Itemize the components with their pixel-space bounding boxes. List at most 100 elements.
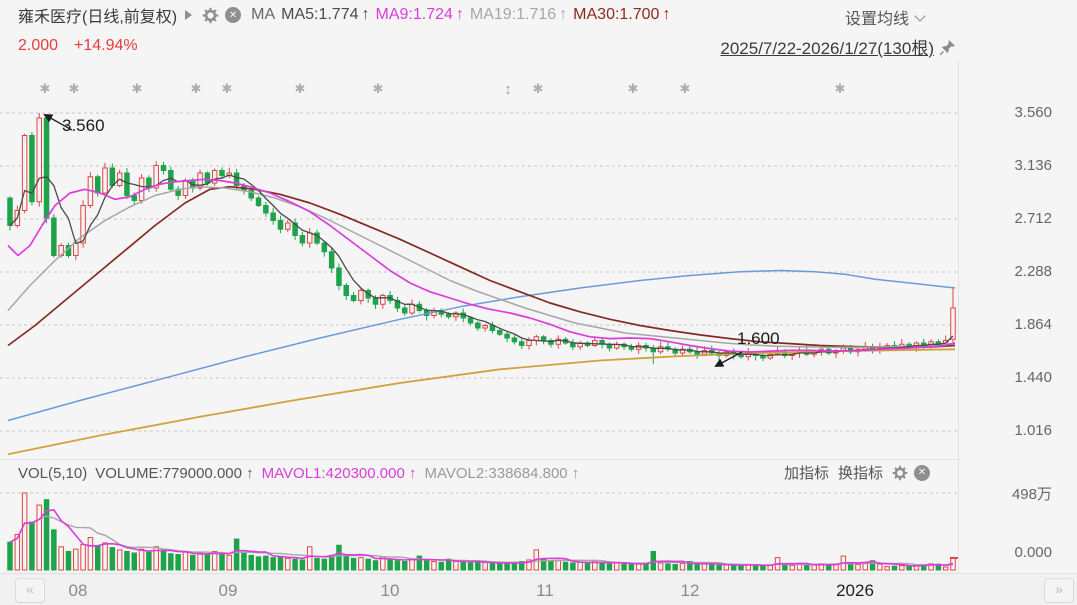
time-tick-label: 10 xyxy=(380,581,400,600)
volume-bar xyxy=(102,542,108,571)
volume-bar xyxy=(51,529,57,571)
volume-bar xyxy=(672,564,678,571)
volume-bar xyxy=(497,563,503,571)
candle-body xyxy=(204,172,211,184)
date-range-button[interactable]: 2025/7/22-2026/1/27(130根) xyxy=(720,34,956,59)
price-change-percent: +14.94% xyxy=(74,37,138,54)
candle-body xyxy=(380,295,386,305)
volume-bars-group xyxy=(7,492,956,571)
volume-bar xyxy=(906,565,912,571)
volume-bar xyxy=(299,559,306,571)
volume-chart-canvas[interactable] xyxy=(0,486,958,573)
time-tick-label: 09 xyxy=(218,581,238,600)
event-asterisk-icon[interactable]: ✱ xyxy=(373,81,384,96)
support-price-annotation: 1.600 xyxy=(737,329,780,348)
volume-bar xyxy=(453,560,459,571)
candle-body xyxy=(950,307,956,340)
volume-bar xyxy=(182,551,189,571)
axis-separator xyxy=(958,60,959,573)
event-asterisk-icon[interactable]: ✱ xyxy=(222,81,233,96)
time-axis: « 08 09 10 11 12 2026 » xyxy=(0,573,1077,605)
volume-bar xyxy=(219,553,225,571)
candle-body xyxy=(321,242,328,253)
event-asterisk-icon[interactable]: ✱ xyxy=(680,81,691,96)
volume-bar xyxy=(241,552,247,571)
volume-bar xyxy=(716,564,722,571)
volume-bar xyxy=(679,563,686,571)
event-asterisk-icon[interactable]: ✱ xyxy=(132,81,143,96)
volume-bar xyxy=(131,552,138,571)
volume-bar xyxy=(138,548,145,571)
volume-bar xyxy=(306,546,313,571)
volume-bar xyxy=(475,560,481,571)
candle-body xyxy=(336,267,342,286)
updown-marker-icon[interactable]: ↕ xyxy=(504,81,512,98)
price-tick-label: 3.560 xyxy=(1014,104,1052,121)
volume-bar xyxy=(292,558,298,571)
candle-body xyxy=(445,313,452,318)
gear-icon xyxy=(892,465,908,480)
volume-legend-item: VOLUME:779000.000 ↑ xyxy=(95,465,254,482)
price-tick-label: 2.288 xyxy=(1014,263,1052,280)
volume-bar xyxy=(255,556,262,571)
volume-bar xyxy=(584,563,591,571)
event-asterisk-icon[interactable]: ✱ xyxy=(533,81,544,96)
volume-bar xyxy=(884,566,890,571)
volume-bar xyxy=(87,537,94,571)
event-asterisk-icon[interactable]: ✱ xyxy=(69,81,80,96)
volume-bar xyxy=(570,562,576,571)
volume-bar xyxy=(847,563,854,571)
volume-bar xyxy=(548,560,554,571)
candle-body xyxy=(497,330,503,335)
add-indicator-button[interactable]: 加指标 xyxy=(784,462,829,483)
ma-legend-item: MA30:1.700 ↑ xyxy=(573,6,671,23)
volume-bar xyxy=(358,557,364,571)
candle-body xyxy=(350,295,357,301)
price-chart-canvas[interactable]: ✱ ✱ ✱ ✱ ✱ ✱ ✱ ✱ ✱ ✱ ✱ ↕ xyxy=(0,60,958,459)
volume-bar xyxy=(431,560,437,571)
volume-bar xyxy=(387,559,393,571)
volume-bar xyxy=(855,564,861,571)
expand-play-icon[interactable] xyxy=(185,10,193,20)
close-icon: ✕ xyxy=(225,7,242,23)
volume-bar xyxy=(613,562,620,571)
price-row: 2.000 +14.94% 2025/7/22-2026/1/27(130根) xyxy=(0,30,958,58)
ma-settings-button[interactable]: 设置均线 xyxy=(845,5,926,29)
volume-settings-gear-icon[interactable] xyxy=(892,465,908,481)
candle-body xyxy=(102,167,108,194)
volume-bar xyxy=(628,564,635,571)
volume-bar xyxy=(80,543,86,571)
volume-legend-item: MAVOL2:338684.800 ↑ xyxy=(424,465,580,482)
volume-tick-label: 0.000 xyxy=(1014,544,1052,561)
event-asterisk-icon[interactable]: ✱ xyxy=(835,81,846,96)
ma5-line xyxy=(9,174,954,357)
candle-body xyxy=(343,285,350,296)
time-tick-label: 2026 xyxy=(836,581,874,600)
time-tick-label: 08 xyxy=(68,581,88,600)
volume-bar xyxy=(665,563,671,571)
candle-body xyxy=(409,303,415,314)
volume-bar xyxy=(606,563,613,571)
event-asterisk-icon[interactable]: ✱ xyxy=(40,81,51,96)
volume-bar xyxy=(621,563,627,571)
ma-close-button[interactable]: ✕ xyxy=(225,7,242,23)
pane-separator xyxy=(0,459,958,460)
candle-body xyxy=(285,222,291,230)
pin-icon[interactable] xyxy=(939,39,956,56)
candle-body xyxy=(504,333,510,339)
event-asterisk-icon[interactable]: ✱ xyxy=(295,81,306,96)
close-icon: ✕ xyxy=(914,464,930,481)
volume-bar xyxy=(899,565,905,571)
scroll-forward-button[interactable]: » xyxy=(1044,578,1074,603)
time-tick-label: 12 xyxy=(680,581,700,600)
event-markers[interactable]: ✱ ✱ ✱ ✱ ✱ ✱ ✱ ✱ ✱ ✱ ✱ ↕ xyxy=(40,81,846,98)
scroll-back-button[interactable]: « xyxy=(15,578,45,603)
event-asterisk-icon[interactable]: ✱ xyxy=(628,81,639,96)
volume-close-button[interactable]: ✕ xyxy=(914,464,930,481)
switch-indicator-button[interactable]: 换指标 xyxy=(838,462,883,483)
event-asterisk-icon[interactable]: ✱ xyxy=(191,81,202,96)
volume-bar xyxy=(226,554,233,571)
price-tick-label: 3.136 xyxy=(1014,157,1052,174)
ma-legend-item: MA19:1.716 ↑ xyxy=(469,6,568,23)
ma-settings-gear-icon[interactable] xyxy=(202,7,219,24)
